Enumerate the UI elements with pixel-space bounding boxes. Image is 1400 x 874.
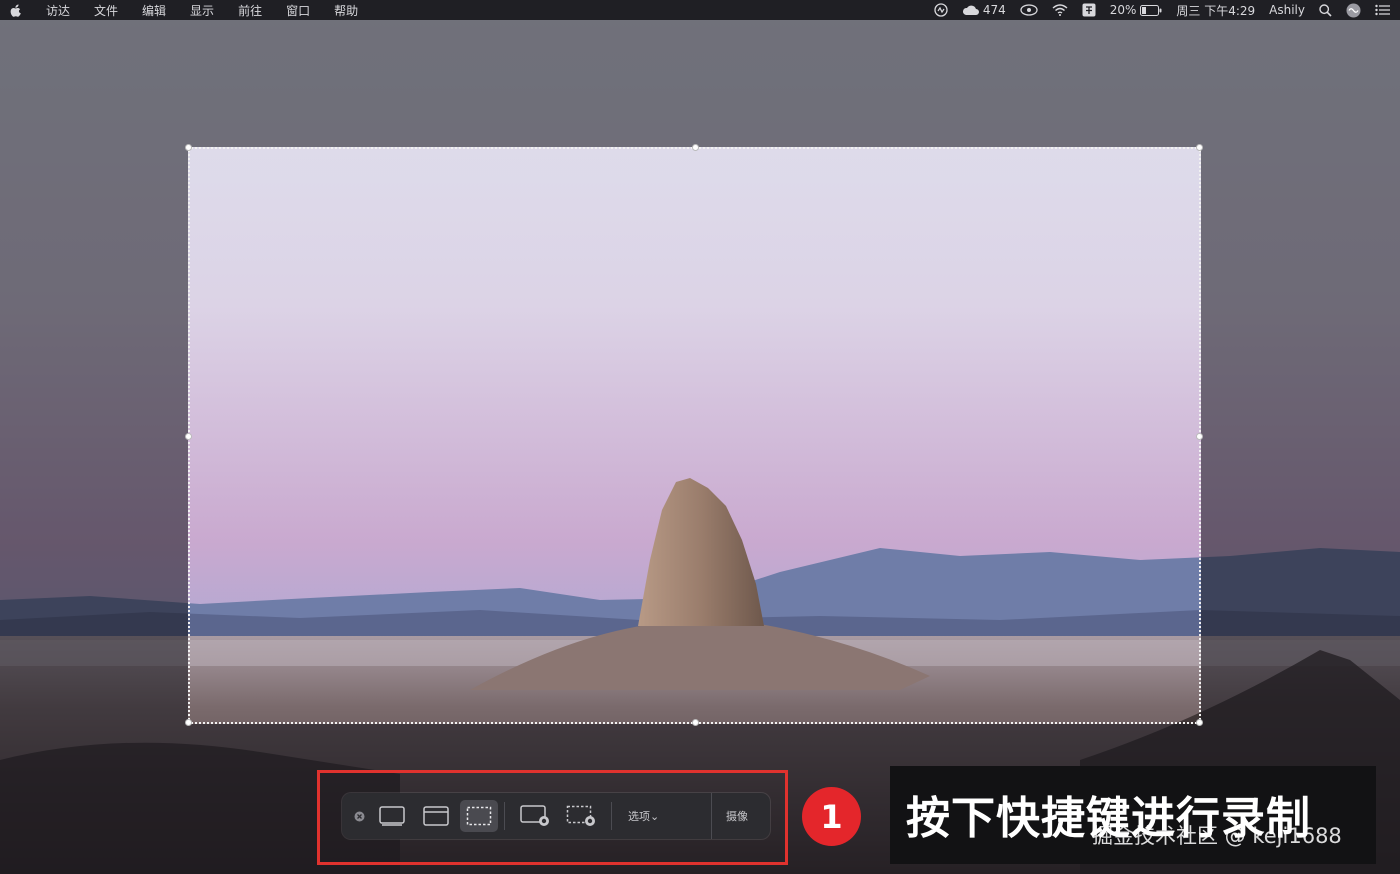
resize-handle-bottom-right[interactable] bbox=[1196, 719, 1203, 726]
toolbar-separator bbox=[504, 802, 505, 830]
menu-window[interactable]: 窗口 bbox=[286, 2, 310, 19]
menu-finder[interactable]: 访达 bbox=[46, 2, 70, 19]
entire-screen-icon bbox=[379, 806, 405, 826]
apple-logo-icon[interactable] bbox=[10, 4, 22, 17]
resize-handle-top[interactable] bbox=[692, 144, 699, 151]
battery-percent: 20% bbox=[1109, 3, 1137, 17]
capture-selection-button[interactable] bbox=[460, 800, 498, 832]
capture-entire-screen-button[interactable] bbox=[372, 800, 412, 832]
selection-icon bbox=[466, 806, 492, 826]
menu-edit[interactable]: 编辑 bbox=[142, 2, 166, 19]
toolbar-separator bbox=[611, 802, 612, 830]
creative-cloud-icon[interactable] bbox=[1020, 4, 1038, 16]
step-number-badge: 1 bbox=[802, 787, 861, 846]
siri-icon[interactable] bbox=[1346, 3, 1361, 18]
capture-window-button[interactable] bbox=[416, 800, 456, 832]
resize-handle-bottom-left[interactable] bbox=[185, 719, 192, 726]
wifi-icon[interactable] bbox=[1052, 4, 1068, 16]
resize-handle-left[interactable] bbox=[185, 433, 192, 440]
stats-value: 474 bbox=[982, 3, 1006, 17]
options-dropdown[interactable]: 选项⌄ bbox=[618, 800, 669, 832]
stats-indicator[interactable]: 474 bbox=[962, 3, 1006, 17]
resize-handle-right[interactable] bbox=[1196, 433, 1203, 440]
user-name[interactable]: Ashily bbox=[1269, 3, 1305, 17]
notification-center-icon[interactable] bbox=[1375, 4, 1390, 16]
menu-view[interactable]: 显示 bbox=[190, 2, 214, 19]
clock[interactable]: 周三 下午4:29 bbox=[1176, 2, 1255, 19]
record-screen-icon bbox=[520, 805, 550, 827]
capture-button[interactable]: 摄像 bbox=[711, 793, 762, 839]
close-icon bbox=[354, 811, 365, 822]
capture-selection-frame[interactable] bbox=[185, 144, 1203, 726]
menu-bar: 访达 文件 编辑 显示 前往 窗口 帮助 474 20% 周三 下午4:29 A… bbox=[0, 0, 1400, 20]
spotlight-search-icon[interactable] bbox=[1319, 3, 1332, 17]
screenshot-toolbar: 选项⌄ 摄像 bbox=[342, 793, 770, 839]
resize-handle-bottom[interactable] bbox=[692, 719, 699, 726]
record-selection-button[interactable] bbox=[561, 800, 601, 832]
activity-monitor-icon[interactable] bbox=[934, 3, 948, 17]
menu-go[interactable]: 前往 bbox=[238, 2, 262, 19]
menu-file[interactable]: 文件 bbox=[94, 2, 118, 19]
record-selection-icon bbox=[566, 805, 596, 827]
input-source-icon[interactable] bbox=[1082, 3, 1096, 17]
record-entire-screen-button[interactable] bbox=[515, 800, 555, 832]
close-toolbar-button[interactable] bbox=[350, 800, 368, 832]
cloud-icon bbox=[962, 4, 980, 16]
resize-handle-top-right[interactable] bbox=[1196, 144, 1203, 151]
battery-icon bbox=[1140, 4, 1162, 16]
window-icon bbox=[423, 806, 449, 826]
battery-indicator[interactable]: 20% bbox=[1110, 3, 1163, 17]
resize-handle-top-left[interactable] bbox=[185, 144, 192, 151]
watermark-text: 掘金技术社区 @ keji1688 bbox=[1092, 824, 1342, 848]
menu-help[interactable]: 帮助 bbox=[334, 2, 358, 19]
